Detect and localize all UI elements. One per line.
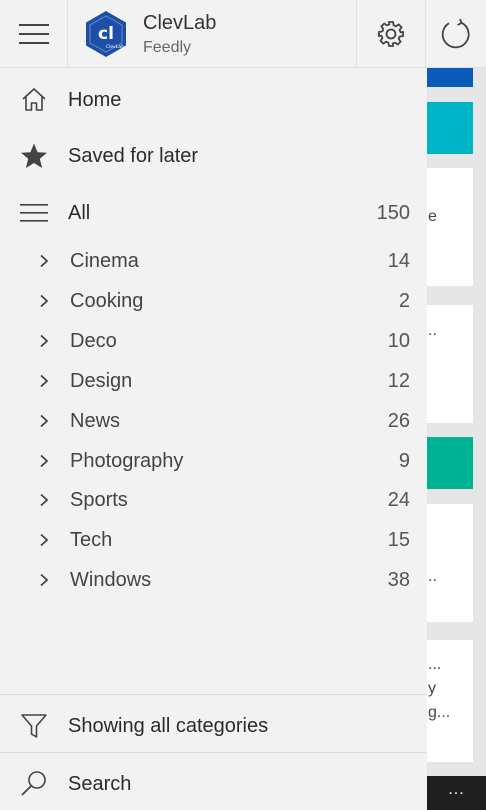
category-label: Tech [70,528,113,551]
chevron-right-icon[interactable] [36,492,52,508]
account-source: Feedly [143,39,192,56]
unread-count: 38 [387,568,410,591]
chevron-right-icon[interactable] [36,333,52,349]
navigation-pane: Home Saved for later All 150 Cinema 14 Coo… [0,68,427,810]
feed-color-strip [427,68,473,87]
feed-card[interactable] [427,504,473,622]
logo-subtext: ClevLab [106,44,124,50]
unread-count: 12 [387,369,410,392]
feed-text-fragment: ... [428,656,442,673]
category-item[interactable]: News 26 [0,404,427,438]
unread-count: 14 [387,249,410,272]
chevron-right-icon[interactable] [36,373,52,389]
feed-text-fragment: .. [428,568,437,585]
category-item[interactable]: Windows 38 [0,563,427,597]
feed-text-fragment: e [428,208,437,225]
feed-color-block [427,437,473,489]
divider [0,694,427,695]
category-item[interactable]: Cooking 2 [0,284,427,318]
category-item[interactable]: Photography 9 [0,444,427,478]
search-label: Search [68,772,132,795]
category-label: Sports [70,488,128,511]
feed-text-fragment: g... [428,704,451,721]
category-label: Design [70,369,133,392]
category-label: News [70,409,121,432]
category-label: Windows [70,568,152,591]
gear-icon [378,21,404,47]
nav-item-home[interactable]: Home [0,82,427,118]
chevron-right-icon[interactable] [36,572,52,588]
logo-text: cl [98,24,114,44]
feed-color-block [427,102,473,154]
refresh-icon [441,18,470,49]
category-item[interactable]: Tech 15 [0,523,427,557]
nav-item-all[interactable]: All 150 [0,195,427,231]
category-item[interactable]: Cinema 14 [0,244,427,278]
search-button[interactable]: Search [0,766,427,802]
hamburger-button[interactable] [0,0,68,68]
nav-item-label: Saved for later [68,144,199,167]
feed-text-fragment: .. [428,322,437,339]
app-bar: ... [427,776,486,810]
chevron-right-icon[interactable] [36,293,52,309]
nav-item-label: All [68,201,91,224]
unread-count: 26 [387,409,410,432]
feed-card[interactable] [427,168,473,286]
account-name: ClevLab [143,12,217,34]
more-button[interactable]: ... [448,782,464,798]
unread-count: 15 [387,528,410,551]
unread-count: 10 [387,329,410,352]
filter-categories-button[interactable]: Showing all categories [0,708,427,744]
category-label: Cooking [70,289,144,312]
refresh-button[interactable] [426,0,486,68]
nav-item-label: Home [68,88,122,111]
filter-icon [20,712,48,740]
unread-count: 24 [387,488,410,511]
category-label: Deco [70,329,117,352]
unread-count: 9 [398,449,410,472]
category-item[interactable]: Sports 24 [0,483,427,517]
chevron-right-icon[interactable] [36,453,52,469]
settings-button[interactable] [356,0,426,68]
chevron-right-icon[interactable] [36,532,52,548]
search-icon [20,770,48,798]
category-label: Cinema [70,249,139,272]
unread-count: 2 [398,289,410,312]
star-icon [20,142,48,170]
category-item[interactable]: Design 12 [0,364,427,398]
feed-text-fragment: y [428,680,436,697]
chevron-right-icon[interactable] [36,253,52,269]
header: cl ClevLab ClevLab Feedly [0,0,486,68]
filter-label: Showing all categories [68,714,269,737]
nav-item-saved-for-later[interactable]: Saved for later [0,138,427,174]
category-item[interactable]: Deco 10 [0,324,427,358]
home-icon [20,86,48,114]
category-label: Photography [70,449,184,472]
divider [0,752,427,753]
hamburger-icon [18,24,49,44]
unread-count: 150 [376,201,410,224]
chevron-right-icon[interactable] [36,413,52,429]
account-logo: cl ClevLab [86,11,126,57]
list-icon [20,199,48,227]
